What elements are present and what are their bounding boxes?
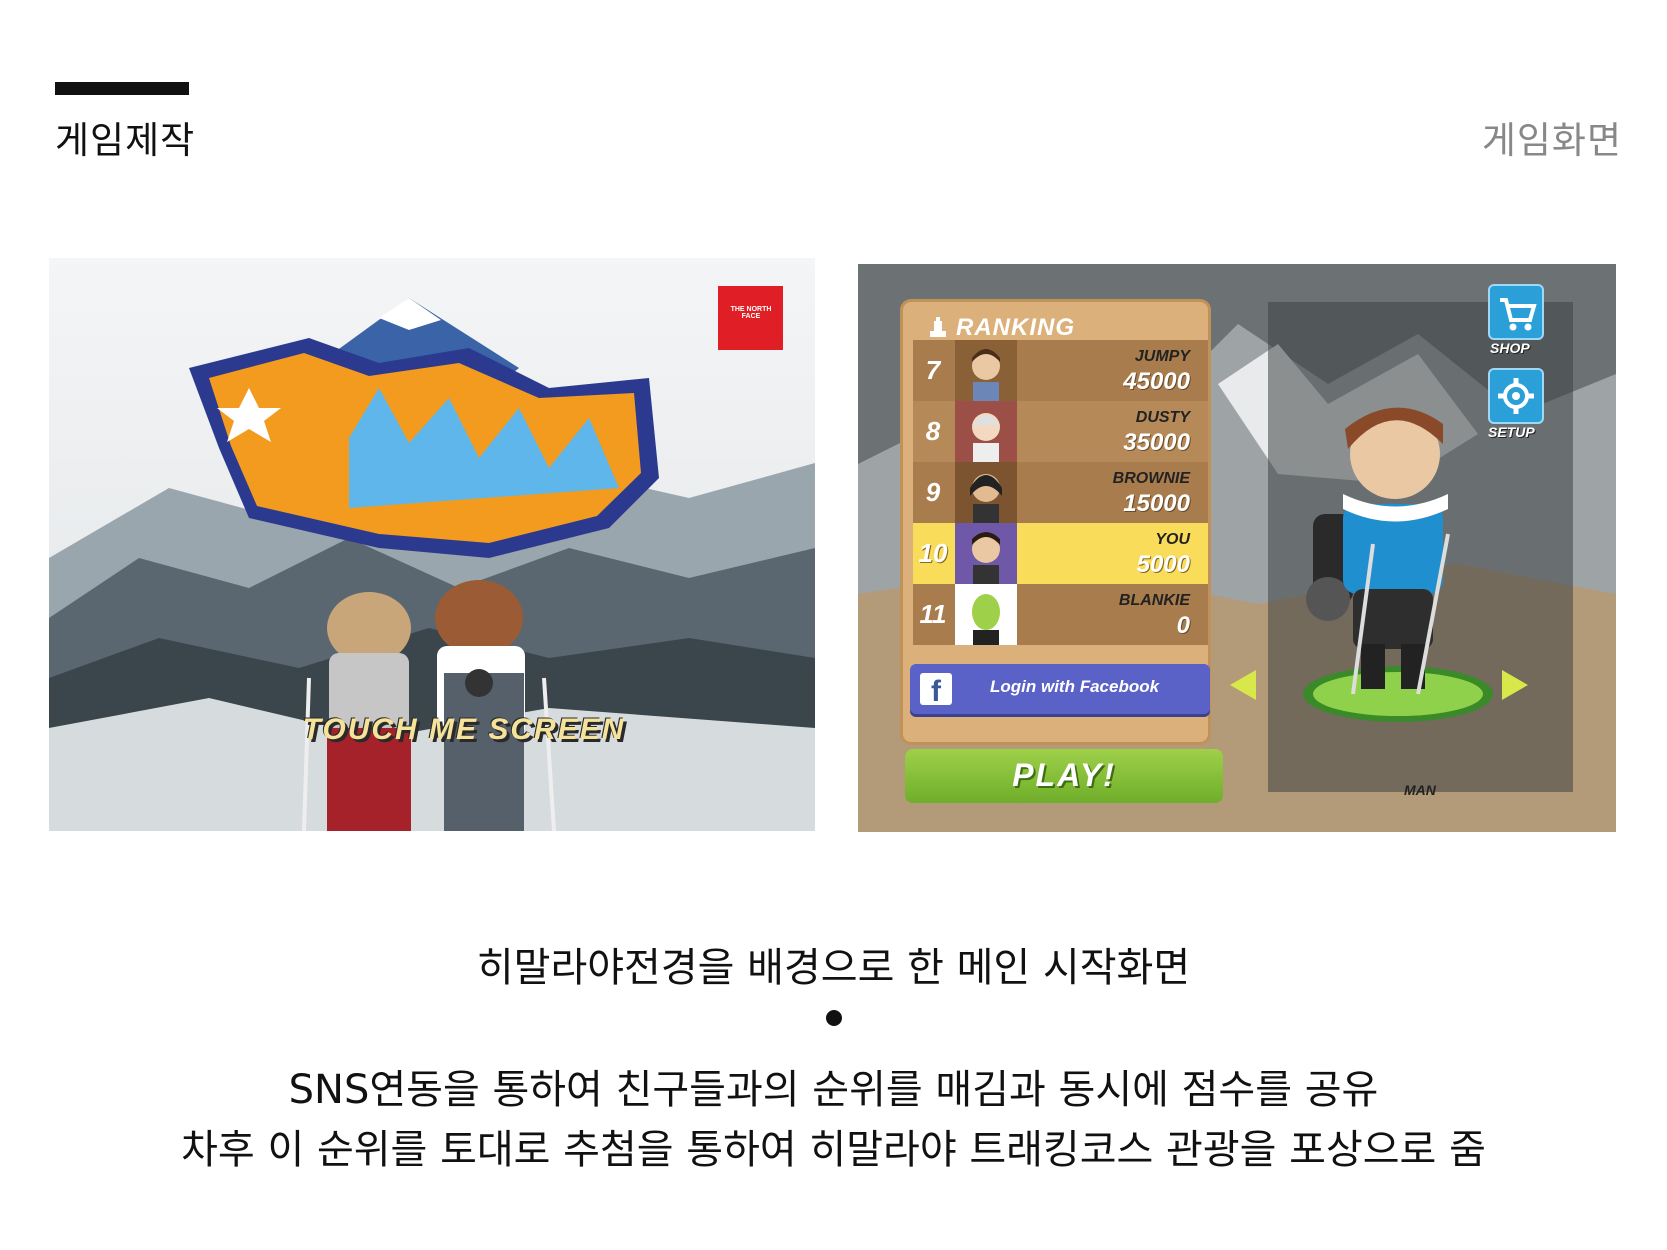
avatar <box>955 584 1017 645</box>
player-name: BROWNIE <box>1112 470 1190 487</box>
ranking-screenshot: RANKING 7 JUMPY 45000 8 DUSTY 35000 9 BR… <box>858 264 1616 832</box>
player-name: JUMPY <box>1134 348 1190 365</box>
main-start-screenshot[interactable]: THE NORTH FACE TOUCH ME SCREEN <box>49 258 815 831</box>
caption-line-2: SNS연동을 통하여 친구들과의 순위를 매김과 동시에 점수를 공유 <box>288 1067 1379 1113</box>
player-score: 0 <box>1176 612 1190 639</box>
section-title: 게임제작 <box>55 119 196 162</box>
rank-number: 7 <box>925 355 941 385</box>
player-score: 15000 <box>1123 490 1190 517</box>
trophy-icon <box>930 317 946 337</box>
title-accent-bar <box>55 82 189 95</box>
player-score: 45000 <box>1123 368 1190 395</box>
shopping-cart-icon <box>1500 298 1537 331</box>
play-button[interactable]: PLAY! <box>905 749 1223 803</box>
ranking-row: 9 BROWNIE 15000 <box>913 462 1208 523</box>
rank-number: 8 <box>925 416 941 446</box>
player-name: DUSTY <box>1135 409 1190 426</box>
rank-number: 11 <box>919 599 947 629</box>
section-subtitle: 게임화면 <box>1481 119 1622 162</box>
avatar <box>955 462 1017 523</box>
player-score: 35000 <box>1123 429 1190 456</box>
avatar <box>955 340 1017 401</box>
touch-me-screen-prompt[interactable]: TOUCH ME SCREEN <box>254 713 674 747</box>
character-name-label: MAN <box>1404 782 1436 798</box>
shop-button[interactable] <box>1488 284 1544 340</box>
facebook-icon: f <box>920 673 952 708</box>
avatar <box>955 523 1017 584</box>
brand-logo-text: THE NORTH FACE <box>730 306 772 320</box>
setup-button[interactable] <box>1488 368 1544 424</box>
rank-number: 10 <box>918 538 948 568</box>
ranking-row: 7 JUMPY 45000 <box>913 340 1208 401</box>
arrow-right-icon[interactable] <box>1498 668 1532 702</box>
player-score: 5000 <box>1136 551 1190 578</box>
shop-label: SHOP <box>1490 340 1530 356</box>
player-name: YOU <box>1155 531 1190 548</box>
hiker-character <box>1303 407 1493 722</box>
ranking-row: 11 BLANKIE 0 <box>913 584 1208 645</box>
bullet-separator <box>826 1010 842 1026</box>
caption-line-3: 차후 이 순위를 토대로 추첨을 통하여 히말라야 트래킹코스 관광을 포상으로… <box>181 1127 1486 1173</box>
login-facebook-label: Login with Facebook <box>990 677 1160 696</box>
ranking-row: 8 DUSTY 35000 <box>913 401 1208 462</box>
setup-label: SETUP <box>1488 424 1535 440</box>
ranking-row-current-user: 10 YOU 5000 <box>913 523 1208 584</box>
arrow-left-icon[interactable] <box>1226 668 1260 702</box>
player-name: BLANKIE <box>1118 592 1190 609</box>
rank-number: 9 <box>925 477 941 507</box>
caption-line-1: 히말라야전경을 배경으로 한 메인 시작화면 <box>476 945 1191 991</box>
avatar <box>955 401 1017 462</box>
ranking-title: RANKING <box>956 314 1075 341</box>
play-button-label: PLAY! <box>1012 757 1116 793</box>
login-facebook-button[interactable]: f Login with Facebook <box>910 664 1210 714</box>
gear-icon <box>1498 378 1534 414</box>
